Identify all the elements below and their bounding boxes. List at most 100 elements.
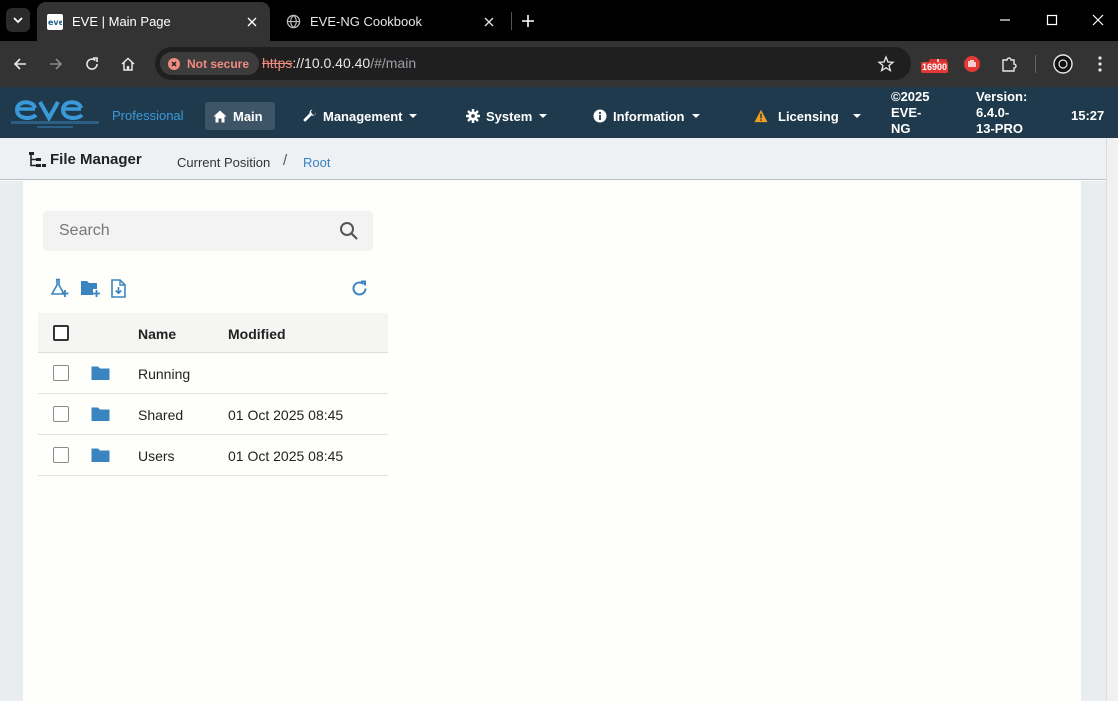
select-all-checkbox[interactable] (53, 325, 69, 341)
tab-eve-main[interactable]: eve EVE | Main Page (37, 2, 270, 41)
browser-toolbar: Not secure https://10.0.40.40/#/main (0, 41, 1118, 87)
search-input[interactable] (43, 211, 333, 251)
arrow-left-icon (13, 58, 26, 70)
nav-main-label: Main (233, 108, 263, 124)
chevron-down-icon (13, 17, 23, 24)
gear-icon (466, 109, 480, 123)
add-folder-button[interactable] (79, 277, 101, 299)
security-chip[interactable]: Not secure (160, 52, 260, 75)
nav-information[interactable]: Information (593, 102, 700, 130)
folder-icon (91, 365, 110, 381)
page-title: File Manager (50, 151, 142, 168)
add-lab-icon (50, 278, 69, 297)
puzzle-icon (1002, 57, 1017, 72)
nav-system-label: System (486, 108, 533, 124)
row-checkbox[interactable] (53, 406, 69, 422)
maximize-icon (1046, 14, 1058, 26)
extensions-button[interactable] (997, 52, 1021, 76)
more-vertical-icon (1098, 56, 1102, 72)
caret-down-icon (409, 114, 418, 118)
add-lab-button[interactable] (49, 277, 71, 299)
new-tab-button[interactable] (517, 10, 539, 32)
refresh-button[interactable] (348, 277, 370, 299)
eve-favicon-icon: eve (47, 13, 63, 30)
breadcrumb-bar: File Manager Current Position / Root (0, 138, 1106, 180)
tab-title: EVE-NG Cookbook (310, 14, 422, 29)
row-checkbox[interactable] (53, 365, 69, 381)
close-icon (1092, 14, 1104, 26)
bookmark-star-icon[interactable] (877, 55, 895, 73)
browser-menu-button[interactable] (1088, 52, 1112, 76)
folder-icon (91, 406, 110, 422)
arrow-right-icon (50, 58, 63, 70)
refresh-icon (352, 280, 366, 295)
profile-button[interactable] (1051, 52, 1075, 76)
warning-circle-icon (168, 57, 180, 70)
tab-search-button[interactable] (6, 8, 30, 32)
table-row[interactable]: Shared 01 Oct 2025 08:45 (38, 394, 388, 435)
forward-button[interactable] (44, 52, 68, 76)
nav-information-label: Information (613, 108, 685, 124)
address-bar[interactable]: Not secure https://10.0.40.40/#/main (155, 47, 911, 80)
eve-logo[interactable] (11, 92, 99, 132)
edition-label: Professional (112, 108, 184, 123)
search-icon[interactable] (339, 221, 359, 241)
back-button[interactable] (8, 52, 32, 76)
close-tab-button[interactable] (479, 12, 499, 32)
tab-eve-cookbook[interactable]: EVE-NG Cookbook (275, 2, 507, 41)
extension-adblock-button[interactable] (960, 52, 984, 76)
folder-modified: 01 Oct 2025 08:45 (228, 407, 344, 423)
caret-down-icon (691, 114, 700, 118)
globe-icon (285, 14, 301, 30)
wrench-icon (303, 109, 317, 123)
file-import-icon (110, 278, 126, 298)
maximize-button[interactable] (1040, 8, 1064, 32)
version-text: Version: 6.4.0- 13-PRO (976, 89, 1028, 136)
close-tab-button[interactable] (242, 12, 262, 32)
reload-icon (86, 57, 98, 70)
url-scheme: https (262, 55, 293, 71)
browser-tab-strip: eve EVE | Main Page EVE-NG Cookbook (0, 0, 1118, 41)
nav-licensing[interactable]: Licensing (754, 102, 861, 130)
warning-icon (754, 109, 768, 123)
breadcrumb-root-link[interactable]: Root (303, 155, 330, 170)
profile-avatar-icon (1053, 54, 1073, 74)
window-close-button[interactable] (1086, 8, 1110, 32)
url-text: https://10.0.40.40/#/main (262, 55, 416, 71)
search-box (43, 211, 373, 251)
caret-down-icon (852, 114, 861, 118)
close-icon (484, 17, 494, 26)
table-header: Name Modified (38, 313, 388, 353)
hand-stop-icon (964, 56, 980, 72)
folder-name[interactable]: Shared (138, 407, 183, 423)
copyright-text: ©2025 EVE- NG (891, 89, 930, 136)
extension-badge: 16900 (921, 62, 949, 73)
file-manager-panel: Name Modified Running Shared 01 Oct 2025… (23, 181, 1081, 701)
page-scrollbar[interactable] (1106, 138, 1118, 701)
home-button[interactable] (116, 52, 140, 76)
tab-divider (511, 12, 512, 30)
caret-down-icon (539, 114, 548, 118)
nav-licensing-label: Licensing (778, 108, 839, 124)
nav-main[interactable]: Main (205, 102, 275, 130)
nav-system[interactable]: System (466, 102, 548, 130)
tab-title: EVE | Main Page (72, 14, 171, 29)
plus-icon (522, 15, 534, 27)
column-header-name[interactable]: Name (138, 326, 176, 342)
minimize-button[interactable] (993, 8, 1017, 32)
reload-button[interactable] (80, 52, 104, 76)
folder-name[interactable]: Users (138, 448, 175, 464)
eve-navbar: Professional Main Management System Info… (0, 87, 1118, 138)
nav-management[interactable]: Management (303, 102, 418, 130)
row-checkbox[interactable] (53, 447, 69, 463)
folder-name[interactable]: Running (138, 366, 190, 382)
table-row[interactable]: Users 01 Oct 2025 08:45 (38, 435, 388, 476)
close-icon (247, 17, 257, 26)
import-file-button[interactable] (107, 277, 129, 299)
table-row[interactable]: Running (38, 353, 388, 394)
breadcrumb-label: Current Position (177, 155, 271, 170)
left-gutter (0, 181, 23, 701)
svg-text:eve: eve (48, 18, 62, 27)
column-header-modified[interactable]: Modified (228, 326, 286, 342)
breadcrumb-separator: / (283, 152, 288, 169)
